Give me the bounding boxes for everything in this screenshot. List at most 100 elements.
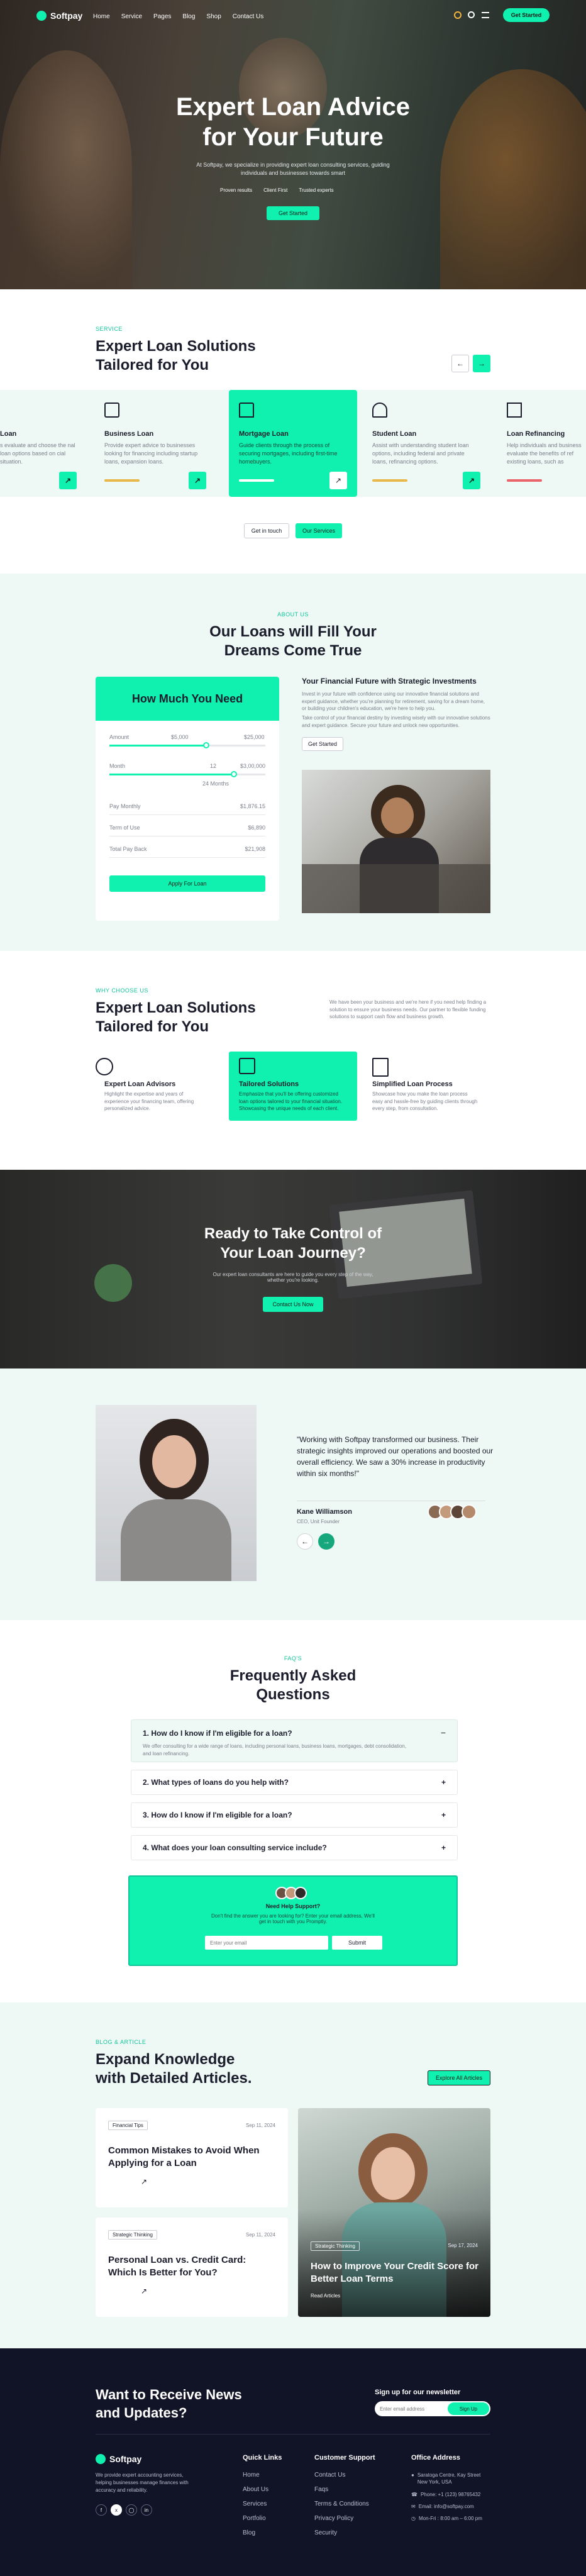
nav-blog[interactable]: Blog bbox=[182, 13, 195, 20]
newsletter-email-input[interactable] bbox=[380, 2404, 443, 2414]
footer-link[interactable]: Home bbox=[243, 2472, 282, 2479]
about-title-line1: Our Loans will Fill Your bbox=[209, 623, 377, 640]
photo-face bbox=[371, 2147, 415, 2200]
testimonial-next-button[interactable]: → bbox=[318, 1533, 334, 1550]
amount-slider-thumb[interactable] bbox=[202, 742, 209, 748]
service-card-arrow[interactable]: ↗ bbox=[463, 472, 480, 489]
support-links-title: Customer Support bbox=[314, 2454, 375, 2462]
newsletter-title: Want to Receive News and Updates? bbox=[96, 2386, 242, 2422]
card-accent-bar bbox=[507, 479, 542, 482]
office-address-text: Saratoga Centre, Kay Street New York, US… bbox=[417, 2472, 481, 2485]
footer-link[interactable]: Security bbox=[314, 2529, 375, 2536]
blog-post-title[interactable]: Personal Loan vs. Credit Card: Which Is … bbox=[108, 2254, 272, 2279]
facebook-icon[interactable]: f bbox=[96, 2504, 107, 2516]
service-card-arrow[interactable]: ↗ bbox=[329, 472, 347, 489]
nav-contact[interactable]: Contact Us bbox=[233, 13, 263, 20]
footer-link[interactable]: Portfolio bbox=[243, 2515, 282, 2522]
footer-link[interactable]: Services bbox=[243, 2501, 282, 2507]
support-email-input[interactable] bbox=[205, 1936, 328, 1950]
get-in-touch-button[interactable]: Get in touch bbox=[244, 523, 289, 538]
plus-icon[interactable]: + bbox=[441, 1811, 446, 1819]
services-title-line1: Expert Loan Solutions bbox=[96, 338, 256, 355]
read-articles-link[interactable]: Read Articles bbox=[311, 2293, 340, 2299]
amount-label: Amount bbox=[109, 734, 130, 740]
faq-eyebrow: FAQ'S bbox=[284, 1655, 302, 1662]
nav-get-started-button[interactable]: Get Started bbox=[503, 8, 550, 22]
contact-us-now-button[interactable]: Contact Us Now bbox=[263, 1297, 323, 1312]
service-card[interactable]: Student Loan Assist with understanding s… bbox=[372, 390, 490, 497]
blog-post-title[interactable]: Common Mistakes to Avoid When Applying f… bbox=[108, 2145, 272, 2169]
testimonial-quote: "Working with Softpay transformed our bu… bbox=[297, 1435, 494, 1478]
service-card[interactable]: Loan s evaluate and choose the nal loan … bbox=[0, 390, 86, 497]
office-line: ✉ Email: info@softpay.com bbox=[411, 2504, 490, 2509]
feature-card-active: Tailored Solutions Emphasize that you'll… bbox=[229, 1052, 357, 1121]
next-arrow-button[interactable]: → bbox=[473, 355, 490, 372]
testimonial-prev-button[interactable]: ← bbox=[297, 1533, 313, 1550]
submit-button[interactable]: Submit bbox=[332, 1936, 382, 1950]
footer-link[interactable]: Terms & Conditions bbox=[314, 2501, 375, 2507]
service-card-arrow[interactable]: ↗ bbox=[189, 472, 206, 489]
footer-link[interactable]: About Us bbox=[243, 2486, 282, 2493]
faq-item[interactable]: 2. What types of loans do you help with?… bbox=[131, 1770, 458, 1795]
apply-for-loan-button[interactable]: Apply For Loan bbox=[109, 875, 265, 892]
feature-title: Tailored Solutions bbox=[239, 1080, 299, 1088]
office-phone[interactable]: Phone: +1 (123) 98765432 bbox=[421, 2492, 480, 2497]
about-right-text2: Take control of your financial destiny b… bbox=[302, 715, 490, 728]
nav-pages[interactable]: Pages bbox=[153, 13, 171, 20]
months-slider-track[interactable] bbox=[109, 771, 265, 777]
hero-section: Softpay Home Service Pages Blog Shop Con… bbox=[0, 0, 586, 289]
quick-links: Quick Links Home About Us Services Portf… bbox=[243, 2454, 282, 2544]
blog-card[interactable]: Financial Tips Sep 11, 2024 Common Mista… bbox=[96, 2108, 288, 2207]
service-card-desc: Assist with understanding student loan o… bbox=[372, 442, 469, 465]
support-avatars bbox=[275, 1887, 307, 1899]
footer-link[interactable]: Privacy Policy bbox=[314, 2515, 375, 2522]
prev-arrow-button[interactable]: ← bbox=[451, 355, 469, 372]
service-card[interactable]: Loan Refinancing Help individuals and bu… bbox=[507, 390, 586, 497]
sign-up-button[interactable]: Sign Up bbox=[448, 2402, 489, 2415]
instagram-icon[interactable]: ◯ bbox=[126, 2504, 137, 2516]
blog-feature-card[interactable]: Strategic Thinking Sep 17, 2024 How to I… bbox=[298, 2108, 490, 2317]
card-accent-bar bbox=[104, 479, 140, 482]
faq-item-open[interactable]: 1. How do I know if I'm eligible for a l… bbox=[131, 1719, 458, 1762]
office-title: Office Address bbox=[411, 2454, 460, 2462]
amount-slider-track[interactable] bbox=[109, 742, 265, 748]
brand-logo[interactable]: Softpay bbox=[36, 11, 82, 21]
plus-icon[interactable]: + bbox=[441, 1843, 446, 1852]
minus-icon[interactable]: − bbox=[441, 1728, 446, 1738]
search-icon[interactable] bbox=[468, 11, 475, 18]
blog-card[interactable]: Strategic Thinking Sep 11, 2024 Personal… bbox=[96, 2218, 288, 2317]
faq-item[interactable]: 3. How do I know if I'm eligible for a l… bbox=[131, 1802, 458, 1828]
amount-max: $25,000 bbox=[244, 734, 265, 740]
service-card-active[interactable]: Mortgage Loan Guide clients through the … bbox=[229, 390, 357, 497]
amount-slider-fill bbox=[109, 745, 206, 747]
office-address: Office Address ● Saratoga Centre, Kay Str… bbox=[411, 2454, 490, 2521]
menu-icon[interactable] bbox=[482, 12, 489, 18]
feature-card: Expert Loan Advisors Highlight the exper… bbox=[96, 1052, 214, 1121]
nav-home[interactable]: Home bbox=[93, 13, 110, 20]
arrow-icon[interactable]: ↗ bbox=[141, 2287, 147, 2296]
footer-link[interactable]: Faqs bbox=[314, 2486, 375, 2493]
feature-title: Simplified Loan Process bbox=[372, 1080, 453, 1088]
about-get-started-button[interactable]: Get Started bbox=[302, 737, 343, 751]
nav-service[interactable]: Service bbox=[121, 13, 142, 20]
services-eyebrow: SERVICE bbox=[96, 326, 123, 332]
x-icon[interactable]: x bbox=[111, 2504, 122, 2516]
explore-articles-button[interactable]: Explore All Articles bbox=[428, 2070, 490, 2085]
cart-icon[interactable] bbox=[454, 11, 462, 19]
office-email[interactable]: Email: info@softpay.com bbox=[419, 2504, 474, 2509]
nav-shop[interactable]: Shop bbox=[206, 13, 221, 20]
linkedin-icon[interactable]: in bbox=[141, 2504, 152, 2516]
hero-get-started-button[interactable]: Get Started bbox=[267, 206, 319, 220]
months-slider-thumb[interactable] bbox=[231, 771, 238, 777]
plus-icon[interactable]: + bbox=[441, 1778, 446, 1787]
service-card-arrow[interactable]: ↗ bbox=[59, 472, 77, 489]
footer-link[interactable]: Blog bbox=[243, 2529, 282, 2536]
service-card[interactable]: Business Loan Provide expert advice to b… bbox=[96, 390, 214, 497]
blog-post-title[interactable]: How to Improve Your Credit Score for Bet… bbox=[311, 2260, 480, 2285]
footer-link[interactable]: Contact Us bbox=[314, 2472, 375, 2479]
faq-item[interactable]: 4. What does your loan consulting servic… bbox=[131, 1835, 458, 1860]
arrow-icon[interactable]: ↗ bbox=[141, 2177, 147, 2186]
footer-logo[interactable]: Softpay bbox=[96, 2454, 141, 2464]
months-slider-fill bbox=[109, 774, 235, 775]
our-services-button[interactable]: Our Services bbox=[296, 523, 342, 538]
